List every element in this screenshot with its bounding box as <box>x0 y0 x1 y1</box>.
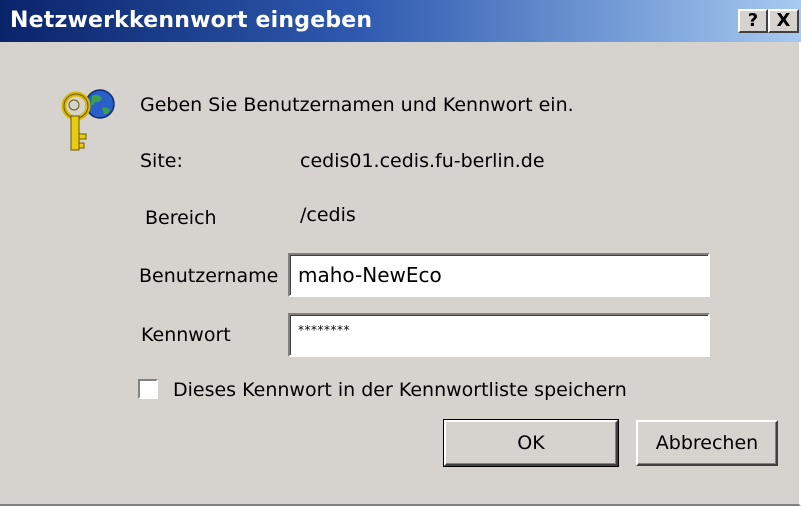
realm-value: /cedis <box>300 204 356 226</box>
ok-button[interactable]: OK <box>443 419 619 467</box>
close-button[interactable]: X <box>768 9 799 33</box>
key-globe-icon <box>61 89 115 151</box>
username-value: maho-NewEco <box>298 263 442 287</box>
window-title: Netzwerkkennwort eingeben <box>10 8 373 33</box>
save-password-label[interactable]: Dieses Kennwort in der Kennwortliste spe… <box>173 379 627 401</box>
help-button[interactable]: ? <box>738 9 768 33</box>
site-label: Site: <box>140 150 183 172</box>
instruction-text: Geben Sie Benutzernamen und Kennwort ein… <box>140 94 574 116</box>
username-label: Benutzername <box>139 265 279 287</box>
password-value: ******** <box>298 323 350 337</box>
username-field[interactable]: maho-NewEco <box>288 253 710 297</box>
site-value: cedis01.cedis.fu-berlin.de <box>300 150 545 172</box>
cancel-button[interactable]: Abbrechen <box>636 420 778 466</box>
password-field[interactable]: ******** <box>288 313 710 357</box>
save-password-checkbox[interactable] <box>138 379 158 399</box>
password-dialog: Netzwerkkennwort eingeben ? X Geben Sie … <box>0 0 801 506</box>
title-bar[interactable]: Netzwerkkennwort eingeben ? X <box>0 0 801 42</box>
realm-label: Bereich <box>145 207 217 229</box>
password-label: Kennwort <box>141 324 231 346</box>
